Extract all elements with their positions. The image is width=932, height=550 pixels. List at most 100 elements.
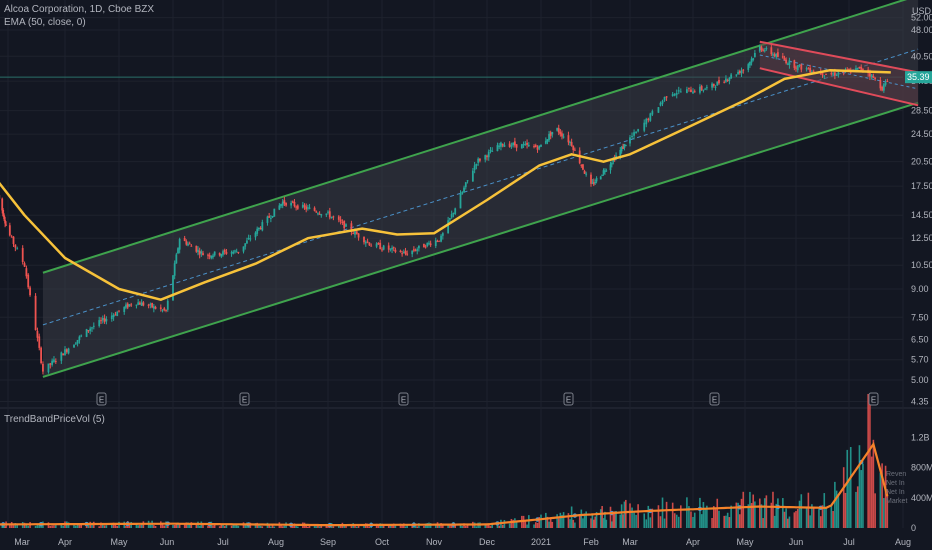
candle-body	[325, 213, 328, 215]
time-tick-label: Mar	[14, 537, 30, 547]
candle-body	[42, 363, 44, 372]
volume-pane-title: TrendBandPriceVol (5)	[4, 414, 105, 425]
candle-body	[187, 243, 189, 246]
candle-body	[389, 248, 392, 250]
candle-body	[195, 245, 198, 252]
time-tick-label: May	[110, 537, 128, 547]
candle-body	[777, 52, 779, 57]
candle-body	[704, 88, 707, 90]
volume-bar	[368, 526, 371, 528]
candle-body	[479, 158, 481, 161]
candle-body	[561, 133, 563, 137]
candle-body	[339, 219, 342, 222]
candle-body	[379, 242, 382, 250]
candle-body	[258, 227, 260, 230]
price-tick-label: 10.50	[911, 260, 932, 270]
time-tick-label: Aug	[268, 537, 284, 547]
candle-body	[809, 67, 812, 73]
time-tick-label: Aug	[895, 537, 911, 547]
volume-bar	[12, 525, 15, 528]
candle-body	[599, 176, 602, 180]
candle-body	[89, 328, 92, 331]
candle-body	[256, 228, 259, 234]
candle-body	[629, 137, 631, 144]
volume-bar	[461, 526, 464, 528]
volume-bar	[503, 519, 506, 528]
volume-bar	[356, 526, 358, 528]
candle-body	[580, 164, 583, 166]
candle-body	[760, 46, 763, 50]
price-tick-label: 20.50	[911, 157, 932, 167]
candle-body	[886, 81, 889, 83]
volume-bar	[765, 495, 768, 528]
time-tick-label: Apr	[58, 537, 72, 547]
candle-body	[135, 304, 138, 306]
candle-body	[835, 74, 838, 76]
price-tick-label: 7.50	[911, 312, 929, 322]
candle-body	[218, 252, 221, 256]
time-tick-label: 2021	[531, 537, 551, 547]
price-tick-label: 40.50	[911, 51, 932, 61]
candle-body	[423, 244, 425, 248]
candle-body	[370, 245, 373, 247]
candle-body	[327, 211, 329, 213]
candle-body	[38, 336, 41, 348]
volume-bar	[559, 512, 562, 528]
candle-body	[112, 314, 115, 318]
volume-bar	[465, 525, 467, 528]
candle-body	[534, 145, 537, 148]
candle-body	[526, 142, 528, 145]
volume-bar	[725, 515, 727, 528]
candle-body	[692, 91, 694, 94]
candle-body	[496, 145, 499, 152]
candle-body	[882, 84, 885, 91]
volume-bar	[671, 502, 674, 528]
volume-bar	[53, 525, 55, 528]
candle-body	[583, 170, 586, 174]
volume-bar	[785, 508, 787, 528]
candle-body	[391, 247, 393, 250]
candle-body	[308, 207, 311, 209]
candle-body	[874, 77, 877, 80]
volume-bar	[760, 504, 763, 528]
candle-body	[718, 80, 720, 84]
candle-body	[438, 240, 441, 242]
candle-body	[392, 247, 395, 249]
volume-bar	[154, 525, 157, 528]
volume-bar	[870, 456, 873, 528]
volume-bar	[580, 509, 583, 528]
candle-body	[651, 111, 654, 115]
volume-bar	[404, 526, 407, 528]
candle-body	[234, 250, 236, 252]
candle-body	[540, 144, 542, 147]
volume-bar	[832, 511, 834, 528]
volume-bar	[858, 445, 861, 528]
volume-tick-label: 1.2B	[911, 433, 930, 443]
candle-body	[320, 214, 323, 216]
candle-body	[723, 81, 726, 83]
volume-bar	[700, 514, 703, 528]
candle-body	[60, 352, 63, 361]
volume-bar	[716, 498, 719, 528]
candle-body	[781, 56, 784, 58]
candle-body	[36, 330, 39, 338]
candle-body	[220, 254, 223, 257]
candle-body	[740, 70, 743, 74]
candle-body	[570, 142, 573, 146]
candle-body	[569, 142, 571, 144]
candle-body	[725, 78, 727, 82]
volume-bar	[665, 501, 668, 528]
candle-body	[473, 165, 476, 170]
candle-body	[832, 73, 834, 75]
volume-bar	[601, 506, 603, 528]
time-tick-label: Jul	[843, 537, 855, 547]
currency-label: USD	[912, 6, 932, 16]
candle-body	[677, 90, 680, 92]
price-tick-label: 4.35	[911, 397, 929, 407]
volume-bar	[291, 526, 294, 528]
candle-body	[546, 139, 549, 142]
volume-bar	[212, 525, 214, 528]
chart-root: { "header": { "symbol_line": "Alcoa Corp…	[0, 0, 932, 550]
candle-body	[198, 250, 201, 255]
candle-body	[447, 220, 450, 234]
